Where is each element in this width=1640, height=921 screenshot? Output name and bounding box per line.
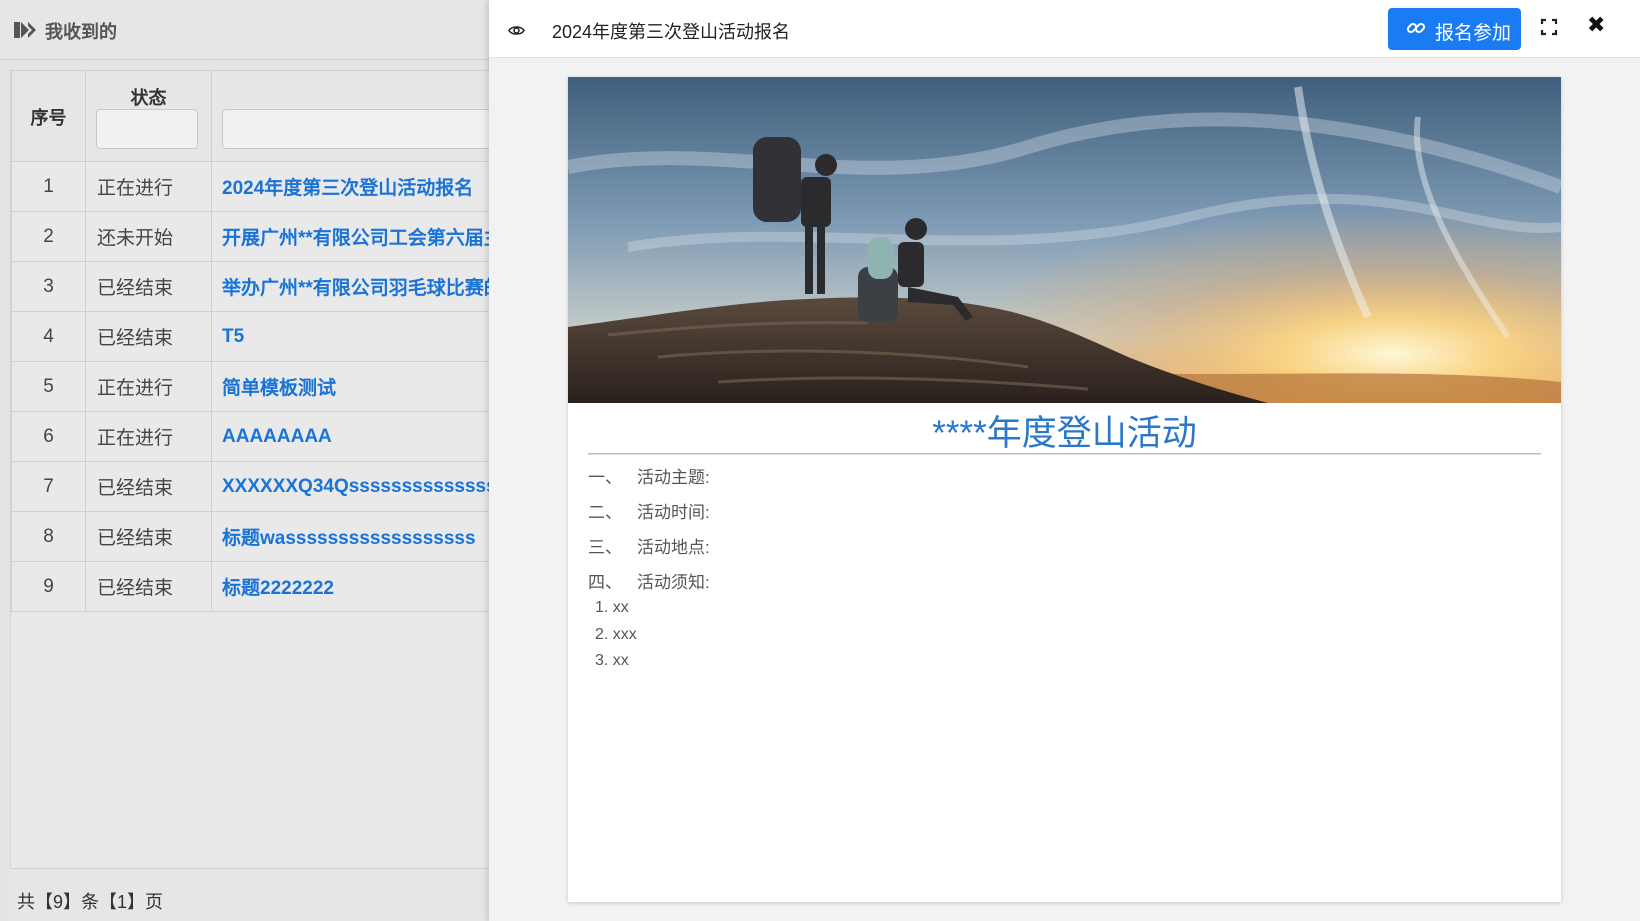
- signup-button-label: 报名参加: [1435, 23, 1512, 44]
- mountain-hikers-image: [568, 77, 1561, 403]
- section-time: 二、 活动时间:: [588, 503, 710, 522]
- row-status: 已经结束: [85, 261, 212, 312]
- link-icon: [1406, 22, 1426, 34]
- notice-item: 1. xx: [595, 599, 629, 616]
- row-title-link[interactable]: AAAAAAAA: [211, 411, 489, 462]
- pager-text: 共【9】条【1】页: [17, 892, 164, 912]
- row-status: 已经结束: [85, 461, 212, 512]
- row-number: 7: [11, 461, 86, 512]
- row-title-link[interactable]: 开展广州**有限公司工会第六届主题: [211, 211, 489, 262]
- heading-divider: [588, 453, 1541, 455]
- hero-image-hikers: [568, 77, 1561, 403]
- row-number: 4: [11, 311, 86, 362]
- modal-titlebar: 2024年度第三次登山活动报名 报名参加 ✖: [489, 0, 1640, 58]
- table-row[interactable]: 8 已经结束 标题wassssssssssssssssss: [11, 511, 489, 562]
- fullscreen-icon[interactable]: [1539, 17, 1559, 37]
- activity-table: 序号 状态 1 正在进行 2024年度第三次登山活动报名 2 还未开始 开展广州**有限公…: [10, 70, 489, 870]
- row-number: 2: [11, 211, 86, 262]
- signup-button[interactable]: 报名参加: [1388, 8, 1521, 50]
- row-title-link[interactable]: 标题2222222: [211, 561, 489, 612]
- table-row[interactable]: 5 正在进行 简单模板测试: [11, 361, 489, 412]
- row-status: 正在进行: [85, 361, 212, 412]
- table-row[interactable]: 9 已经结束 标题2222222: [11, 561, 489, 612]
- panel-title: 我收到的: [45, 22, 117, 42]
- pagination-info: 共【9】条【1】页: [10, 868, 489, 921]
- column-label-status: 状态: [130, 88, 167, 108]
- column-header-status: 状态: [85, 70, 212, 162]
- table-row[interactable]: 1 正在进行 2024年度第三次登山活动报名: [11, 161, 489, 212]
- row-number: 6: [11, 411, 86, 462]
- document-heading: ****年度登山活动: [932, 414, 1197, 453]
- close-icon[interactable]: ✖: [1587, 12, 1605, 38]
- row-title-link[interactable]: XXXXXXQ34Qssssssssssssss: [211, 461, 489, 512]
- row-number: 3: [11, 261, 86, 312]
- row-number: 1: [11, 161, 86, 212]
- table-row[interactable]: 7 已经结束 XXXXXXQ34Qssssssssssssss: [11, 461, 489, 512]
- row-title-link[interactable]: 2024年度第三次登山活动报名: [211, 161, 489, 212]
- section-location: 三、 活动地点:: [588, 538, 710, 557]
- row-status: 正在进行: [85, 161, 212, 212]
- notice-item: 2. xxx: [595, 626, 637, 643]
- document-page: ****年度登山活动 一、 活动主题: 二、 活动时间: 三、 活动地点: 四、 活动须…: [568, 77, 1561, 902]
- notice-item: 3. xx: [595, 652, 629, 669]
- panel-header: 我收到的: [0, 0, 489, 60]
- table-row[interactable]: 3已经结束举办广州**有限公司羽毛球比赛的通: [11, 261, 489, 312]
- column-header-no: 序号: [11, 70, 86, 162]
- received-list-panel: 我收到的 序号 状态 1 正在进行 2024年度第三次登山活动报名 2 还未开始…: [0, 0, 489, 921]
- modal-title: 2024年度第三次登山活动报名: [552, 22, 791, 42]
- row-status: 已经结束: [85, 311, 212, 362]
- section-theme: 一、 活动主题:: [588, 468, 710, 487]
- double-arrow-right-icon: [14, 22, 36, 38]
- column-label-no: 序号: [30, 108, 67, 128]
- row-title-link[interactable]: T5: [211, 311, 489, 362]
- table-row[interactable]: 4 已经结束 T5: [11, 311, 489, 362]
- row-number: 8: [11, 511, 86, 562]
- row-title-link[interactable]: 简单模板测试: [211, 361, 489, 412]
- section-notice: 四、 活动须知:: [588, 573, 710, 592]
- row-status: 正在进行: [85, 411, 212, 462]
- activity-detail-modal: 2024年度第三次登山活动报名 报名参加 ✖ ****年度登山活动 一、 活动主…: [489, 0, 1640, 921]
- eye-icon: [508, 26, 525, 35]
- table-row[interactable]: 6 正在进行 AAAAAAAA: [11, 411, 489, 462]
- row-title-link[interactable]: 举办广州**有限公司羽毛球比赛的通: [211, 261, 489, 312]
- row-title-link[interactable]: 标题wassssssssssssssssss: [211, 511, 489, 562]
- title-filter-input[interactable]: [222, 109, 489, 149]
- row-number: 5: [11, 361, 86, 412]
- row-status: 已经结束: [85, 511, 212, 562]
- row-status: 已经结束: [85, 561, 212, 612]
- column-header-title: [211, 70, 489, 162]
- status-filter-input[interactable]: [96, 109, 198, 149]
- table-row[interactable]: 2还未开始开展广州**有限公司工会第六届主题: [11, 211, 489, 262]
- row-number: 9: [11, 561, 86, 612]
- row-status: 还未开始: [85, 211, 212, 262]
